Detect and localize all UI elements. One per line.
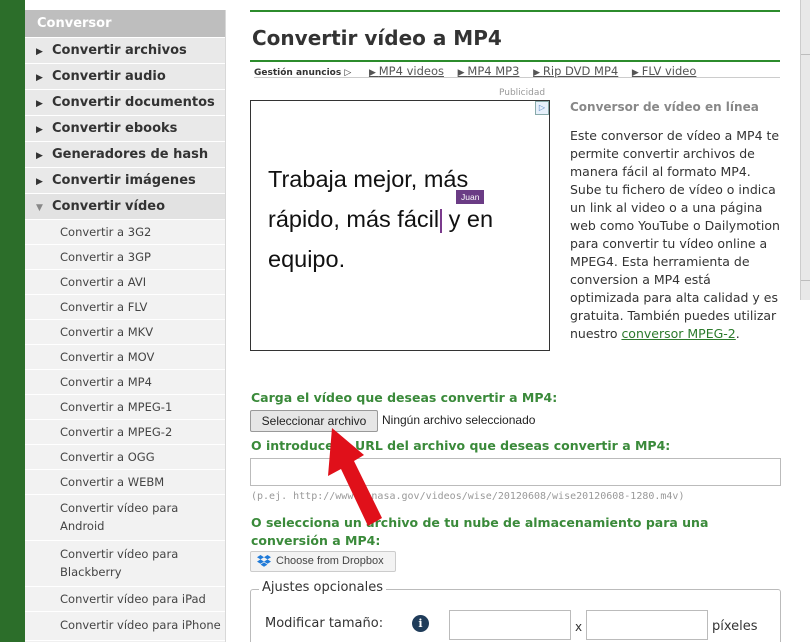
ad-management-link[interactable]: Gestión anuncios ▷ xyxy=(254,68,351,78)
ad-link[interactable]: FLV video xyxy=(632,64,697,78)
sidebar-subitem[interactable]: Convertir a OGG xyxy=(25,445,225,470)
info-icon[interactable]: i xyxy=(412,615,429,632)
sidebar-header: Conversor xyxy=(25,10,225,38)
right-bar-divider xyxy=(801,280,810,281)
caret-right-icon: ▶ xyxy=(36,73,43,83)
dropbox-button-label: Choose from Dropbox xyxy=(276,555,384,567)
sidebar-item-label: Convertir imágenes xyxy=(52,173,196,188)
sidebar-subitem[interactable]: Convertir a FLV xyxy=(25,295,225,320)
sidebar-item-convertir-audio[interactable]: ▶ Convertir audio xyxy=(25,64,225,90)
caret-right-icon: ▶ xyxy=(36,125,43,135)
sidebar-subitem[interactable]: Convertir a 3G2 xyxy=(25,220,225,245)
sidebar-item-convertir-imagenes[interactable]: ▶ Convertir imágenes xyxy=(25,168,225,194)
sidebar-item-convertir-video[interactable]: ▼ Convertir vídeo xyxy=(25,194,225,220)
description-text: Este conversor de vídeo a MP4 te permite… xyxy=(570,128,780,341)
sidebar-item-convertir-ebooks[interactable]: ▶ Convertir ebooks xyxy=(25,116,225,142)
ad-link[interactable]: MP4 videos xyxy=(369,64,444,78)
mpeg2-converter-link[interactable]: conversor MPEG-2 xyxy=(621,326,735,341)
sidebar-subitem[interactable]: Convertir a 3GP xyxy=(25,245,225,270)
ad-label: Publicidad xyxy=(499,88,546,98)
sidebar: Conversor ▶ Convertir archivos ▶ Convertir… xyxy=(25,10,226,642)
sidebar-item-convertir-documentos[interactable]: ▶ Convertir documentos xyxy=(25,90,225,116)
sidebar-subitem[interactable]: Convertir a AVI xyxy=(25,270,225,295)
user-tag: Juan xyxy=(456,190,485,204)
dimension-separator: x xyxy=(575,620,583,634)
caret-down-icon: ▼ xyxy=(36,203,43,213)
sidebar-subitem[interactable]: Convertir vídeo para Android xyxy=(25,495,225,541)
height-input[interactable] xyxy=(586,610,708,640)
left-brand-bar xyxy=(0,0,25,642)
width-input[interactable] xyxy=(449,610,571,640)
ad-banner[interactable]: ▷ Trabaja mejor, más rápido, más fácil y… xyxy=(250,100,550,351)
ad-link[interactable]: Rip DVD MP4 xyxy=(533,64,618,78)
page-title: Convertir vídeo a MP4 xyxy=(252,26,502,50)
red-pointer-arrow-icon xyxy=(328,428,382,526)
caret-right-icon: ▶ xyxy=(36,177,43,187)
ad-headline: Trabaja mejor, más rápido, más fácil y e… xyxy=(268,166,494,272)
upload-label: Carga el vídeo que deseas convertir a MP… xyxy=(251,390,558,405)
sidebar-subitem[interactable]: Convertir vídeo para iPhone xyxy=(25,612,225,641)
sidebar-item-label: Convertir vídeo xyxy=(52,199,166,214)
right-bar-divider xyxy=(801,54,810,55)
dropbox-button[interactable]: Choose from Dropbox xyxy=(250,551,396,572)
caret-right-icon: ▶ xyxy=(36,99,43,109)
sidebar-item-label: Convertir audio xyxy=(52,69,166,84)
description-title: Conversor de vídeo en línea xyxy=(570,100,759,114)
ad-link[interactable]: MP4 MP3 xyxy=(458,64,520,78)
sidebar-item-label: Convertir documentos xyxy=(52,95,215,110)
sidebar-subitem[interactable]: Convertir a WEBM xyxy=(25,470,225,495)
caret-right-icon: ▶ xyxy=(36,151,43,161)
sidebar-item-label: Convertir ebooks xyxy=(52,121,178,136)
sidebar-subitem[interactable]: Convertir a MPEG-2 xyxy=(25,420,225,445)
sidebar-item-generadores-hash[interactable]: ▶ Generadores de hash xyxy=(25,142,225,168)
title-rule xyxy=(250,60,780,62)
sidebar-item-label: Convertir archivos xyxy=(52,43,187,58)
pixels-unit: píxeles xyxy=(712,619,758,634)
sidebar-subitem[interactable]: Convertir a MP4 xyxy=(25,370,225,395)
sidebar-subitem[interactable]: Convertir vídeo para iPad xyxy=(25,587,225,612)
ad-links-bar: Gestión anuncios ▷ MP4 videos MP4 MP3 Ri… xyxy=(254,64,780,78)
top-rule xyxy=(250,10,780,12)
sidebar-item-convertir-archivos[interactable]: ▶ Convertir archivos xyxy=(25,38,225,64)
sidebar-subitem[interactable]: Convertir vídeo para Blackberry xyxy=(25,541,225,587)
file-status: Ningún archivo seleccionado xyxy=(382,413,536,427)
caret-right-icon: ▶ xyxy=(36,47,43,57)
sidebar-subitem[interactable]: Convertir a MOV xyxy=(25,345,225,370)
adchoices-icon[interactable]: ▷ xyxy=(535,101,549,115)
sidebar-item-label: Generadores de hash xyxy=(52,147,209,162)
sidebar-subitem[interactable]: Convertir a MKV xyxy=(25,320,225,345)
resize-label: Modificar tamaño: xyxy=(265,616,384,631)
sidebar-subitem[interactable]: Convertir a MPEG-1 xyxy=(25,395,225,420)
optional-settings-legend: Ajustes opcionales xyxy=(259,580,387,595)
right-scroll-edge[interactable] xyxy=(800,0,810,300)
dropbox-icon xyxy=(257,555,271,567)
